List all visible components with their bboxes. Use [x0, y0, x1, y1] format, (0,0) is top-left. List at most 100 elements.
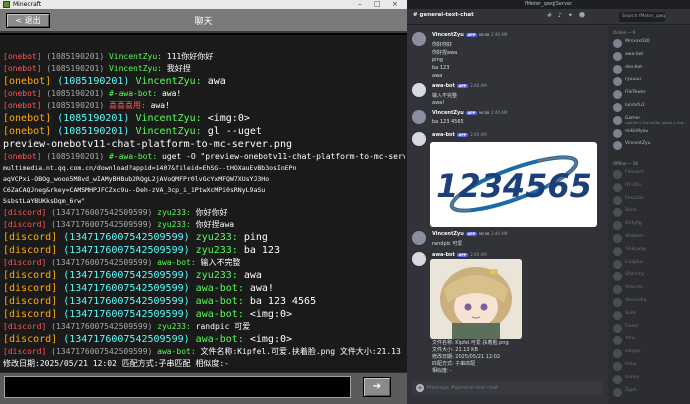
member-item[interactable]: dev-bot	[613, 64, 689, 75]
close-icon[interactable]: ×	[392, 0, 398, 9]
member-item[interactable]: Bonn	[613, 207, 689, 218]
message-line: ping	[432, 57, 443, 63]
member-item[interactable]: Aboundio	[613, 297, 689, 308]
chat-line: [discord] (1347176007542509599) zyu233: …	[3, 321, 405, 333]
avatar[interactable]	[412, 252, 426, 266]
members-icon[interactable]: ☻	[579, 12, 591, 19]
avatar	[613, 310, 622, 320]
chat-segment: (1347176007542509599)	[46, 208, 158, 217]
avatar	[613, 336, 622, 346]
member-list[interactable]: Online — 9 Mrsxxx030 awa-bot dev-bot ryuuuu…	[608, 26, 690, 404]
chat-segment: (1347176007542509599)	[46, 322, 158, 331]
member-item[interactable]: Flexsym	[613, 169, 689, 180]
chat-segment: zyu233:	[157, 322, 191, 331]
avatar	[613, 374, 622, 384]
chat-line: C6ZaCAQJneg&rkey=CAMSMHPJFCZxc9u--Deh-zV…	[3, 185, 405, 196]
minecraft-window-title: Minecraft	[13, 1, 42, 8]
chat-line: aqVCPxi-OBOg_wooo5M8vd_wIAMyBHBub2RQgL2j…	[3, 174, 405, 185]
avatar[interactable]	[412, 132, 426, 146]
chat-segment: 文件名称:Kipfel.可爱.扶着脸.png 文件大小:21.13 KB	[195, 347, 405, 356]
member-item[interactable]: HT-Oliv	[613, 182, 689, 193]
member-name: Livaplus	[625, 259, 644, 265]
member-item[interactable]: landvfu1	[613, 102, 689, 113]
chat-segment: [discord]	[3, 296, 58, 307]
chat-line: [discord] (1347176007542509599) awa-bot:…	[3, 282, 405, 295]
chat-segment: awa!	[157, 89, 182, 98]
member-item[interactable]: Alex-mc	[613, 284, 689, 295]
chat-line: [discord] (1347176007542509599) awa-bot:…	[3, 257, 405, 269]
avatar	[613, 298, 622, 307]
member-item[interactable]: Sumi	[613, 310, 689, 321]
chat-line: [discord] (1347176007542509599) awa-bot:…	[3, 346, 405, 358]
member-item[interactable]: bunny	[613, 374, 689, 385]
avatar[interactable]	[412, 32, 426, 46]
threads-icon[interactable]: #	[547, 12, 558, 19]
member-item[interactable]: Dirtyfig	[613, 220, 689, 231]
member-item[interactable]: VincentZyu	[613, 140, 689, 151]
maximize-icon[interactable]: □	[374, 0, 381, 9]
chat-segment: [discord]	[3, 232, 58, 243]
member-item[interactable]: IIvxacbz	[613, 195, 689, 206]
logo-image[interactable]: 1234565	[430, 142, 597, 227]
chat-segment: (1085190201)	[41, 52, 109, 61]
chat-segment: VincentZyu:	[108, 64, 162, 73]
composer-placeholder: Message #general-text-chat	[427, 385, 499, 391]
message-composer[interactable]: + Message #general-text-chat	[412, 381, 603, 395]
chat-segment: (1085190201)	[51, 113, 136, 124]
message-line: ba 123 4565	[432, 119, 464, 125]
member-item[interactable]: Gamer subtitle is the better portal is th…	[613, 115, 689, 126]
send-button[interactable]: ➔	[363, 377, 391, 397]
member-name: Dirtyfig	[625, 221, 642, 227]
avatar[interactable]	[412, 83, 426, 97]
logo-graphic: 1234565	[436, 155, 592, 213]
member-item[interactable]: Allobeer	[613, 233, 689, 244]
member-item[interactable]: Haku	[613, 361, 689, 372]
arrow-right-icon: ➔	[372, 381, 382, 392]
anime-image[interactable]	[430, 259, 522, 339]
chat-segment: randpic 可爱	[190, 322, 251, 331]
member-item[interactable]: Tinkyway	[613, 246, 689, 257]
member-item[interactable]: Zyph	[613, 387, 689, 398]
pin-icon[interactable]: ✦	[568, 12, 579, 19]
chat-segment: [onebot]	[3, 126, 52, 137]
member-item[interactable]: Yoru	[613, 335, 689, 346]
chat-segment: 喜喜喜用:	[108, 101, 146, 110]
member-item[interactable]: Fineer	[613, 323, 689, 334]
avatar	[613, 77, 622, 87]
file-name-line: 文件名称: Kipfel.可爱.扶着脸.png	[432, 340, 509, 346]
member-item[interactable]: sdeger	[613, 348, 689, 359]
member-item[interactable]: FileTewer	[613, 89, 689, 100]
member-item[interactable]: Shanchy	[613, 271, 689, 282]
member-item[interactable]: mikki9you	[613, 128, 689, 139]
chat-segment: <img:0>	[243, 309, 293, 320]
chat-line: [discord] (1347176007542509599) awa-bot:…	[3, 333, 405, 346]
chat-segment: VincentZyu:	[135, 126, 202, 137]
chat-segment: [discord]	[3, 208, 47, 217]
chat-line: [discord] (1347176007542509599) zyu233: …	[3, 244, 405, 257]
bell-icon[interactable]: ♪	[558, 12, 568, 19]
anime-girl-image	[430, 259, 522, 339]
avatar[interactable]	[412, 110, 426, 124]
member-name: mikki9you	[625, 128, 649, 134]
chat-segment: awa-bot:	[195, 283, 244, 294]
chat-segment: (1085190201)	[41, 101, 109, 110]
search-input[interactable]: Search fMeter_qwq|Server	[619, 12, 665, 22]
chat-line: SsbstLaYBUKksDqm_6rw"	[3, 196, 405, 207]
chat-segment: ping	[237, 232, 268, 243]
minimize-icon[interactable]: –	[358, 0, 362, 9]
chat-input[interactable]	[4, 376, 351, 398]
member-item[interactable]: Livaplus	[613, 259, 689, 270]
member-item[interactable]: awa-bot	[613, 51, 689, 62]
chat-log[interactable]: [onebot] (1085190201) VincentZyu: 111你好你…	[0, 35, 407, 372]
member-item[interactable]: ryuuuu	[613, 76, 689, 87]
chat-segment: aqVCPxi-OBOg_wooo5M8vd_wIAMyBHBub2RQgL2j…	[3, 175, 270, 183]
plus-icon[interactable]: +	[416, 384, 424, 392]
chat-segment: gl --uget	[201, 126, 262, 137]
chat-line: 修改日期:2025/05/21 12:02 匹配方式:子串匹配 相似度:-	[3, 358, 405, 370]
chat-segment: [onebot]	[3, 52, 42, 61]
chat-segment: [discord]	[3, 283, 58, 294]
member-item[interactable]: Mrsxxx030	[613, 38, 689, 49]
avatar	[613, 323, 622, 333]
avatar[interactable]	[412, 231, 426, 245]
message-header: awa-bot APP 2:40 AM	[432, 83, 487, 89]
